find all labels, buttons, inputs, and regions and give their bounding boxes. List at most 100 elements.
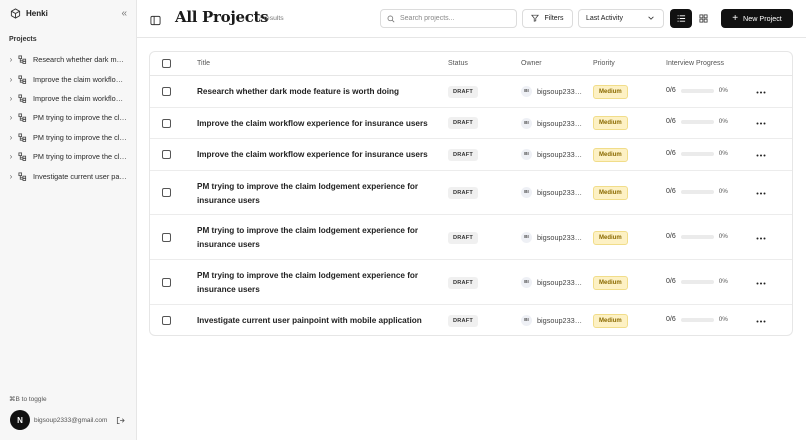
progress-count: 0/6 [666,233,676,240]
project-title[interactable]: Improve the claim workflow experience fo… [197,148,437,162]
sidebar-project-list: › Research whether dark mode feature is … [7,50,131,186]
sidebar-item-project[interactable]: › Improve the claim workflow experience … [7,89,131,108]
more-horizontal-icon[interactable] [755,87,767,97]
filter-icon [531,14,540,24]
plus-icon: + [732,12,739,24]
status-badge: DRAFT [448,86,478,98]
top-bar: All Projects 7 results Filters Last Acti… [137,0,806,38]
sidebar-item-project[interactable]: › Investigate current user painpoint wit… [7,166,131,185]
table-row[interactable]: Improve the claim workflow experience fo… [150,139,792,171]
chevron-right-icon[interactable]: › [7,152,15,161]
view-mode-toggle [670,9,715,28]
chevron-right-icon[interactable]: › [7,75,15,84]
more-horizontal-icon[interactable] [755,233,767,243]
sidebar-item-project[interactable]: › PM trying to improve the claim lodgeme… [7,128,131,147]
chevron-right-icon[interactable]: › [7,113,15,122]
status-badge: DRAFT [448,187,478,199]
more-horizontal-icon[interactable] [755,278,767,288]
sidebar-header: Henki « [9,7,129,20]
row-checkbox[interactable] [162,119,171,128]
chevron-right-icon[interactable]: › [7,94,15,103]
filters-button[interactable]: Filters [522,9,573,28]
more-horizontal-icon[interactable] [755,150,767,160]
table-row[interactable]: PM trying to improve the claim lodgement… [150,260,792,305]
progress-bar [680,88,714,93]
owner-cell: BI bigsoup2333@gmail.com [521,118,585,129]
logout-icon[interactable] [116,415,126,425]
chevron-right-icon[interactable]: › [7,55,15,64]
chevron-right-icon[interactable]: › [7,172,15,181]
row-checkbox[interactable] [162,233,171,242]
interview-progress: 0/6 0% [666,118,728,125]
sidebar-toggle-icon[interactable] [150,13,161,26]
owner-avatar: BI [521,232,532,243]
user-profile: N bigsoup2333@gmail.com [10,410,128,430]
table-row[interactable]: Investigate current user painpoint with … [150,305,792,335]
progress-bar [680,151,714,156]
status-badge: DRAFT [448,232,478,244]
table-row[interactable]: Improve the claim workflow experience fo… [150,108,792,139]
table-header: Title Status Owner Priority Interview Pr… [150,52,792,76]
owner-avatar: BI [521,315,532,326]
sidebar-toggle-hint: ⌘B to toggle [9,396,47,403]
sidebar-item-project[interactable]: › PM trying to improve the claim lodgeme… [7,147,131,166]
chevron-down-icon [647,14,655,22]
sidebar-item-project[interactable]: › Improve the claim workflow experience … [7,69,131,88]
select-all-checkbox[interactable] [162,59,171,68]
project-title[interactable]: PM trying to improve the claim lodgement… [197,269,437,296]
row-checkbox[interactable] [162,150,171,159]
row-checkbox[interactable] [162,316,171,325]
more-horizontal-icon[interactable] [755,188,767,198]
project-tree-icon [18,113,28,123]
owner-avatar: BI [521,277,532,288]
more-horizontal-icon[interactable] [755,316,767,326]
progress-percent: 0% [718,87,728,94]
project-tree-icon [18,55,28,65]
app-name: Henki [26,9,48,18]
project-title[interactable]: Research whether dark mode feature is wo… [197,85,437,99]
grid-view-button[interactable] [692,9,714,28]
grid-view-icon [698,10,708,28]
owner-avatar: BI [521,86,532,97]
owner-cell: BI bigsoup2333@gmail.com [521,187,585,198]
sidebar-item-label: Research whether dark mode feature is wo… [33,55,127,65]
project-title[interactable]: PM trying to improve the claim lodgement… [197,224,437,251]
progress-bar [680,234,714,239]
interview-progress: 0/6 0% [666,233,728,240]
search-input[interactable] [400,15,510,22]
collapse-sidebar-icon[interactable]: « [121,7,127,20]
priority-badge: Medium [593,186,628,200]
interview-progress: 0/6 0% [666,87,728,94]
sidebar-item-project[interactable]: › Research whether dark mode feature is … [7,50,131,69]
progress-percent: 0% [718,278,728,285]
project-title[interactable]: Improve the claim workflow experience fo… [197,117,437,131]
project-title[interactable]: PM trying to improve the claim lodgement… [197,180,437,207]
table-row[interactable]: PM trying to improve the claim lodgement… [150,171,792,215]
result-count: 7 results [258,15,284,22]
sort-select[interactable]: Last Activity [578,9,664,28]
progress-count: 0/6 [666,278,676,285]
table-row[interactable]: PM trying to improve the claim lodgement… [150,215,792,260]
sidebar-item-project[interactable]: › PM trying to improve the claim lodgeme… [7,108,131,127]
owner-avatar: BI [521,187,532,198]
column-header-title: Title [197,60,210,67]
sidebar-item-label: Investigate current user painpoint with … [33,171,127,181]
list-view-button[interactable] [670,9,692,28]
avatar[interactable]: N [10,410,30,430]
projects-table: Title Status Owner Priority Interview Pr… [149,51,793,336]
interview-progress: 0/6 0% [666,150,728,157]
priority-badge: Medium [593,116,628,130]
row-checkbox[interactable] [162,87,171,96]
chevron-right-icon[interactable]: › [7,133,15,142]
filters-label: Filters [544,15,564,22]
column-header-status: Status [448,60,468,67]
owner-avatar: BI [521,149,532,160]
more-horizontal-icon[interactable] [755,118,767,128]
project-tree-icon [18,93,28,103]
search-box [380,9,517,28]
project-title[interactable]: Investigate current user painpoint with … [197,314,437,328]
row-checkbox[interactable] [162,278,171,287]
table-row[interactable]: Research whether dark mode feature is wo… [150,76,792,108]
new-project-button[interactable]: + New Project [721,9,793,28]
row-checkbox[interactable] [162,188,171,197]
